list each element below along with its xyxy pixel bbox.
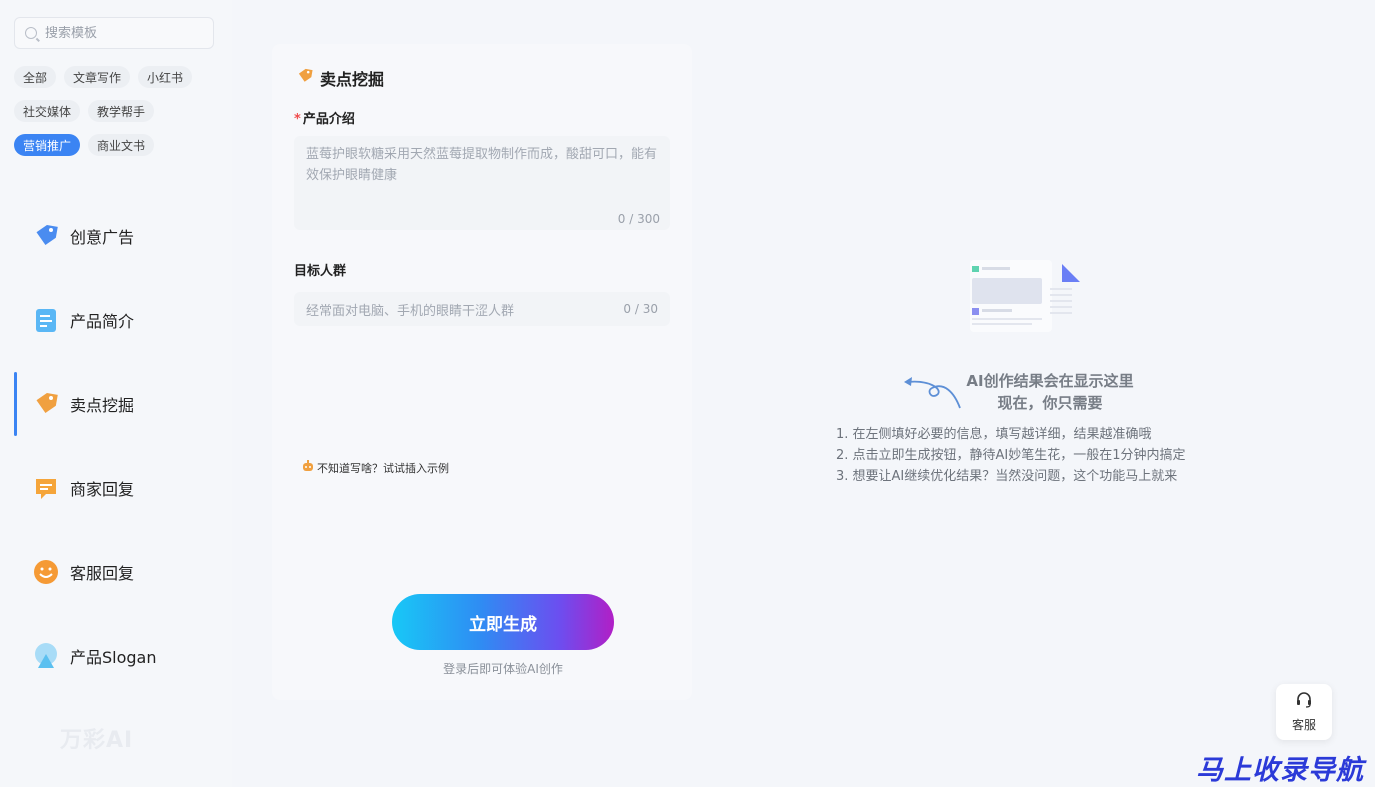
menu-item-label: 创意广告 [70, 228, 135, 247]
product-intro-textarea[interactable]: 蓝莓护眼软糖采用天然蓝莓提取物制作而成，酸甜可口，能有效保护眼睛健康 0 / 3… [294, 136, 670, 230]
result-steps: 1. 在左侧填好必要的信息，填写越详细，结果越准确哦 2. 点击立即生成按钮，静… [836, 424, 1186, 487]
robot-icon [302, 459, 314, 477]
menu-item-label: 产品Slogan [70, 648, 157, 667]
menu-item-product-intro[interactable]: 产品简介 [14, 288, 232, 352]
menu-item-label: 商家回复 [70, 480, 135, 499]
step-item: 2. 点击立即生成按钮，静待AI妙笔生花，一般在1分钟内搞定 [836, 448, 1186, 463]
tag-social-media[interactable]: 社交媒体 [14, 100, 81, 122]
sidebar: 全部 文章写作 小红书 社交媒体 教学帮手 营销推广 商业文书 创意广告 产品简… [0, 0, 232, 787]
tag-business-docs[interactable]: 商业文书 [88, 134, 155, 156]
result-placeholder-title: AI创作结果会在显示这里 现在，你只需要 [950, 370, 1150, 414]
tag-teaching-helper[interactable]: 教学帮手 [88, 100, 155, 122]
step-item: 1. 在左侧填好必要的信息，填写越详细，结果越准确哦 [836, 427, 1152, 442]
generate-button[interactable]: 立即生成 [392, 594, 614, 650]
menu-item-product-slogan[interactable]: 产品Slogan [14, 624, 232, 688]
document-icon [32, 306, 60, 334]
char-counter: 0 / 300 [617, 212, 660, 226]
product-intro-label: * 产品介绍 [294, 108, 355, 127]
login-hint: 登录后即可体验AI创作 [443, 662, 563, 676]
search-input[interactable] [45, 25, 195, 41]
tag-marketing[interactable]: 营销推广 [14, 134, 81, 156]
headset-icon [1295, 691, 1313, 713]
smiley-icon [32, 558, 60, 586]
result-title-line1: AI创作结果会在显示这里 [966, 372, 1134, 390]
brand-logo: 万彩AI [60, 728, 134, 753]
menu-item-merchant-reply[interactable]: 商家回复 [14, 456, 232, 520]
mountain-icon [32, 642, 60, 670]
insert-example-text: 不知道写啥？试试插入示例 [317, 462, 449, 475]
menu-item-selling-points[interactable]: 卖点挖掘 [14, 372, 232, 436]
search-icon [25, 27, 37, 39]
search-box[interactable] [14, 17, 214, 49]
field-label-text: 目标人群 [294, 264, 347, 279]
field-label-text: 产品介绍 [302, 112, 355, 127]
category-tags: 全部 文章写作 小红书 社交媒体 教学帮手 营销推广 商业文书 [14, 66, 224, 168]
support-label: 客服 [1291, 718, 1316, 732]
tag-all[interactable]: 全部 [14, 66, 57, 88]
panel-title: 卖点挖掘 [296, 66, 384, 90]
template-menu: 创意广告 产品简介 卖点挖掘 商家回复 客服回复 产品Slogan [14, 204, 232, 708]
target-audience-label: 目标人群 [294, 260, 346, 279]
menu-item-label: 卖点挖掘 [70, 396, 135, 415]
required-mark: * [294, 112, 301, 127]
menu-item-customer-service-reply[interactable]: 客服回复 [14, 540, 232, 604]
tag-article-writing[interactable]: 文章写作 [64, 66, 131, 88]
target-audience-placeholder: 经常面对电脑、手机的眼睛干涩人群 [306, 303, 515, 319]
tag-row: 营销推广 商业文书 [14, 134, 224, 156]
target-audience-input[interactable]: 经常面对电脑、手机的眼睛干涩人群 0 / 30 [294, 292, 670, 326]
watermark: 马上收录导航 [1196, 755, 1364, 786]
menu-item-label: 产品简介 [70, 312, 135, 331]
tag-row: 社交媒体 教学帮手 [14, 100, 224, 122]
insert-example-link[interactable]: 不知道写啥？试试插入示例 [302, 458, 449, 478]
menu-item-label: 客服回复 [70, 564, 135, 583]
menu-item-creative-ad[interactable]: 创意广告 [14, 204, 232, 268]
form-panel: 卖点挖掘 * 产品介绍 蓝莓护眼软糖采用天然蓝莓提取物制作而成，酸甜可口，能有效保… [272, 44, 692, 700]
price-tag-icon [32, 222, 60, 250]
step-item: 3. 想要让AI继续优化结果？当然没问题，这个功能马上就来 [836, 469, 1178, 484]
char-counter: 0 / 30 [623, 302, 658, 316]
tag-row: 全部 文章写作 小红书 [14, 66, 224, 88]
tag-xiaohongshu[interactable]: 小红书 [138, 66, 193, 88]
price-tag-icon [296, 67, 314, 89]
chat-bubble-icon [32, 474, 60, 502]
result-title-line2: 现在，你只需要 [997, 394, 1103, 412]
panel-title-text: 卖点挖掘 [320, 70, 385, 89]
customer-support-button[interactable]: 客服 [1276, 684, 1332, 740]
price-tag-icon [32, 390, 60, 418]
product-intro-placeholder: 蓝莓护眼软糖采用天然蓝莓提取物制作而成，酸甜可口，能有效保护眼睛健康 [306, 147, 658, 183]
document-illustration-icon [964, 256, 1084, 336]
